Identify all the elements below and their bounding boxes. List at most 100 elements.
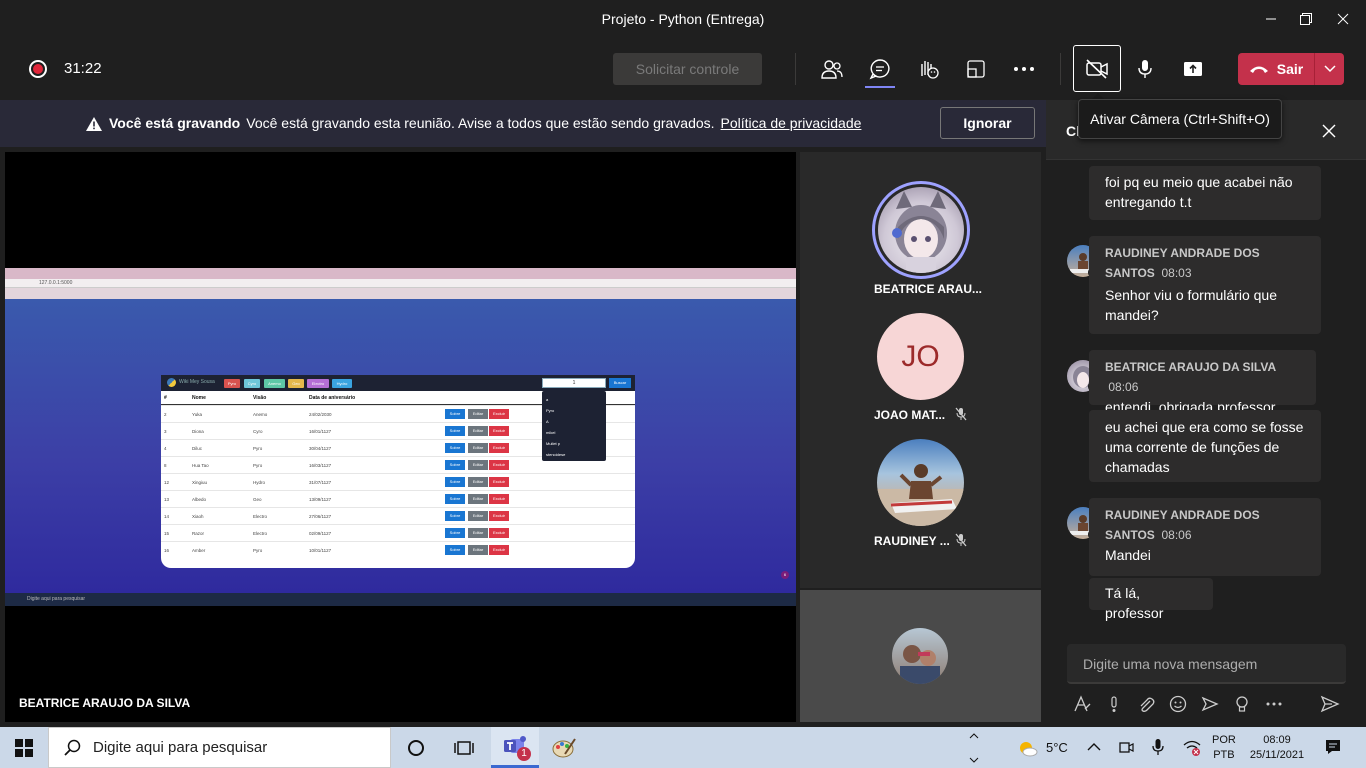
shared-table-cell: Cyro <box>253 429 263 434</box>
participant-initials-avatar[interactable]: JO <box>877 313 964 400</box>
close-chat-icon[interactable] <box>1320 122 1338 140</box>
chat-message-input[interactable]: Digite uma nova mensagem <box>1067 644 1346 684</box>
input-language[interactable]: POR PTB <box>1212 733 1236 763</box>
send-button[interactable] <box>1319 694 1341 714</box>
shared-browser-tabs <box>5 268 796 279</box>
shared-url: 127.0.0.1:5000 <box>39 280 73 286</box>
shared-row-button: Sobre <box>445 426 465 436</box>
shared-row-button: Editar <box>468 460 488 470</box>
shared-row-button: Sobre <box>445 477 465 487</box>
mic-off-icon <box>955 533 967 547</box>
send-icon <box>1320 695 1340 713</box>
shared-dropdown-item: mikel <box>546 430 556 435</box>
task-view-icon <box>454 740 474 755</box>
chat-message: RAUDINEY ANDRADE DOS SANTOS 08:03 Senhor… <box>1089 236 1321 334</box>
shared-table-cell: 02/09/1127 <box>309 531 332 536</box>
toolbar-divider <box>1060 53 1061 85</box>
chat-message: eu achei que era como se fosse uma corre… <box>1089 410 1321 482</box>
request-control-button[interactable]: Solicitar controle <box>613 53 762 85</box>
shared-table-cell: 3 <box>164 429 167 434</box>
shared-row-button: Excluir <box>489 409 509 419</box>
emoji-icon <box>1169 695 1187 713</box>
leave-options-button[interactable] <box>1314 53 1344 85</box>
breakout-icon <box>967 60 985 78</box>
shared-row-button: Sobre <box>445 528 465 538</box>
paint-palette-icon <box>552 737 576 757</box>
privacy-policy-link[interactable]: Política de privacidade <box>721 100 862 147</box>
language-code: POR <box>1212 734 1236 746</box>
shared-table-cell: Electro <box>253 531 268 536</box>
participant-tile-raudiney[interactable] <box>877 439 964 526</box>
camera-toggle-button[interactable] <box>1073 45 1121 92</box>
meet-now-button[interactable] <box>1199 694 1221 714</box>
exclamation-icon <box>1111 696 1117 712</box>
people-icon <box>821 60 843 79</box>
photo-avatar-image <box>877 464 964 526</box>
praise-button[interactable] <box>1231 694 1253 714</box>
attach-button[interactable] <box>1135 694 1157 714</box>
chat-header-divider <box>1046 159 1366 160</box>
participant-tile-beatrice[interactable] <box>872 181 970 279</box>
reactions-button[interactable] <box>912 54 944 84</box>
shared-table-cell: Amber <box>192 548 206 553</box>
shared-table-cell: 12 <box>164 480 170 485</box>
shared-windows-taskbar: Digite aqui para pesquisar <box>5 593 796 606</box>
shared-table-row: 13 Albedo Geo 13/09/1127 Sobre Editar Excluir <box>161 490 635 507</box>
rooms-button[interactable] <box>960 54 992 84</box>
avatar <box>878 187 964 273</box>
participants-button[interactable] <box>816 54 848 84</box>
cortana-button[interactable] <box>392 727 440 768</box>
python-logo-icon <box>167 378 176 387</box>
weather-sun-icon[interactable] <box>1016 738 1038 758</box>
network-offline-icon[interactable] <box>1182 739 1202 757</box>
priority-button[interactable] <box>1103 694 1125 714</box>
shared-table-cell: 8 <box>164 463 167 468</box>
teams-taskbar-button[interactable]: 1 <box>491 727 539 768</box>
start-button[interactable] <box>0 727 48 768</box>
shared-table-cell: Albedo <box>192 497 207 502</box>
shared-table-row: 15 Razor Electro 02/09/1127 Sobre Editar Exclu… <box>161 524 635 541</box>
weather-temperature[interactable]: 5°C <box>1046 740 1068 755</box>
shared-nav-geo: Geo <box>288 379 304 388</box>
paint-taskbar-button[interactable] <box>540 727 588 768</box>
chevron-up-icon[interactable] <box>1087 741 1101 753</box>
shared-table-row: 12 Xingiuu Hydro 31/07/1127 Sobre Editar Exclu… <box>161 473 635 490</box>
shared-page: Wiki Mey Sousa Pyro Cyro Anemo Geo Elect… <box>5 299 796 593</box>
microphone-button[interactable] <box>1129 54 1161 84</box>
meeting-tray-icon[interactable] <box>1118 739 1134 755</box>
lightbulb-icon <box>1236 696 1248 712</box>
taskbar-clock[interactable]: 08:09 25/11/2021 <box>1246 733 1308 763</box>
leave-button[interactable]: Sair <box>1238 53 1314 85</box>
shared-table-cell: 13 <box>164 497 170 502</box>
share-screen-button[interactable] <box>1177 54 1209 84</box>
more-options-button[interactable] <box>1263 694 1285 714</box>
ignore-button[interactable]: Ignorar <box>940 107 1035 139</box>
self-avatar <box>892 628 948 684</box>
self-video-tile[interactable] <box>800 590 1041 722</box>
meeting-timer: 31:22 <box>64 60 102 77</box>
shared-row-button: Editar <box>468 511 488 521</box>
close-window-button[interactable] <box>1320 0 1366 38</box>
warning-icon <box>86 116 102 131</box>
shared-table-cell: Geo <box>253 497 262 502</box>
shared-browser-urlbar: 127.0.0.1:5000 <box>5 279 796 288</box>
taskbar-search-box[interactable]: Digite aqui para pesquisar <box>48 727 391 768</box>
notifications-icon[interactable] <box>1324 738 1342 756</box>
more-actions-button[interactable] <box>1008 54 1040 84</box>
shared-table-row: 16 Amber Pyro 10/01/1127 Sobre Editar Excluir <box>161 541 635 558</box>
shared-nav-pyro: Pyro <box>224 379 240 388</box>
format-button[interactable] <box>1071 694 1093 714</box>
chat-button[interactable] <box>864 54 896 84</box>
taskbar-scroll-icon[interactable] <box>968 730 980 766</box>
shared-row-button: Editar <box>468 528 488 538</box>
task-view-button[interactable] <box>440 727 488 768</box>
shared-th-id: # <box>164 395 167 401</box>
microphone-tray-icon[interactable] <box>1152 738 1164 756</box>
microphone-icon <box>1138 60 1152 78</box>
shared-table-cell: Razor <box>192 531 205 536</box>
shared-table-cell: 30/04/1127 <box>309 446 332 451</box>
shared-taskbar-search: Digite aqui para pesquisar <box>27 596 86 602</box>
emoji-button[interactable] <box>1167 694 1189 714</box>
shared-table-cell: Pyro <box>253 446 263 451</box>
shared-table-cell: Diluc <box>192 446 203 451</box>
